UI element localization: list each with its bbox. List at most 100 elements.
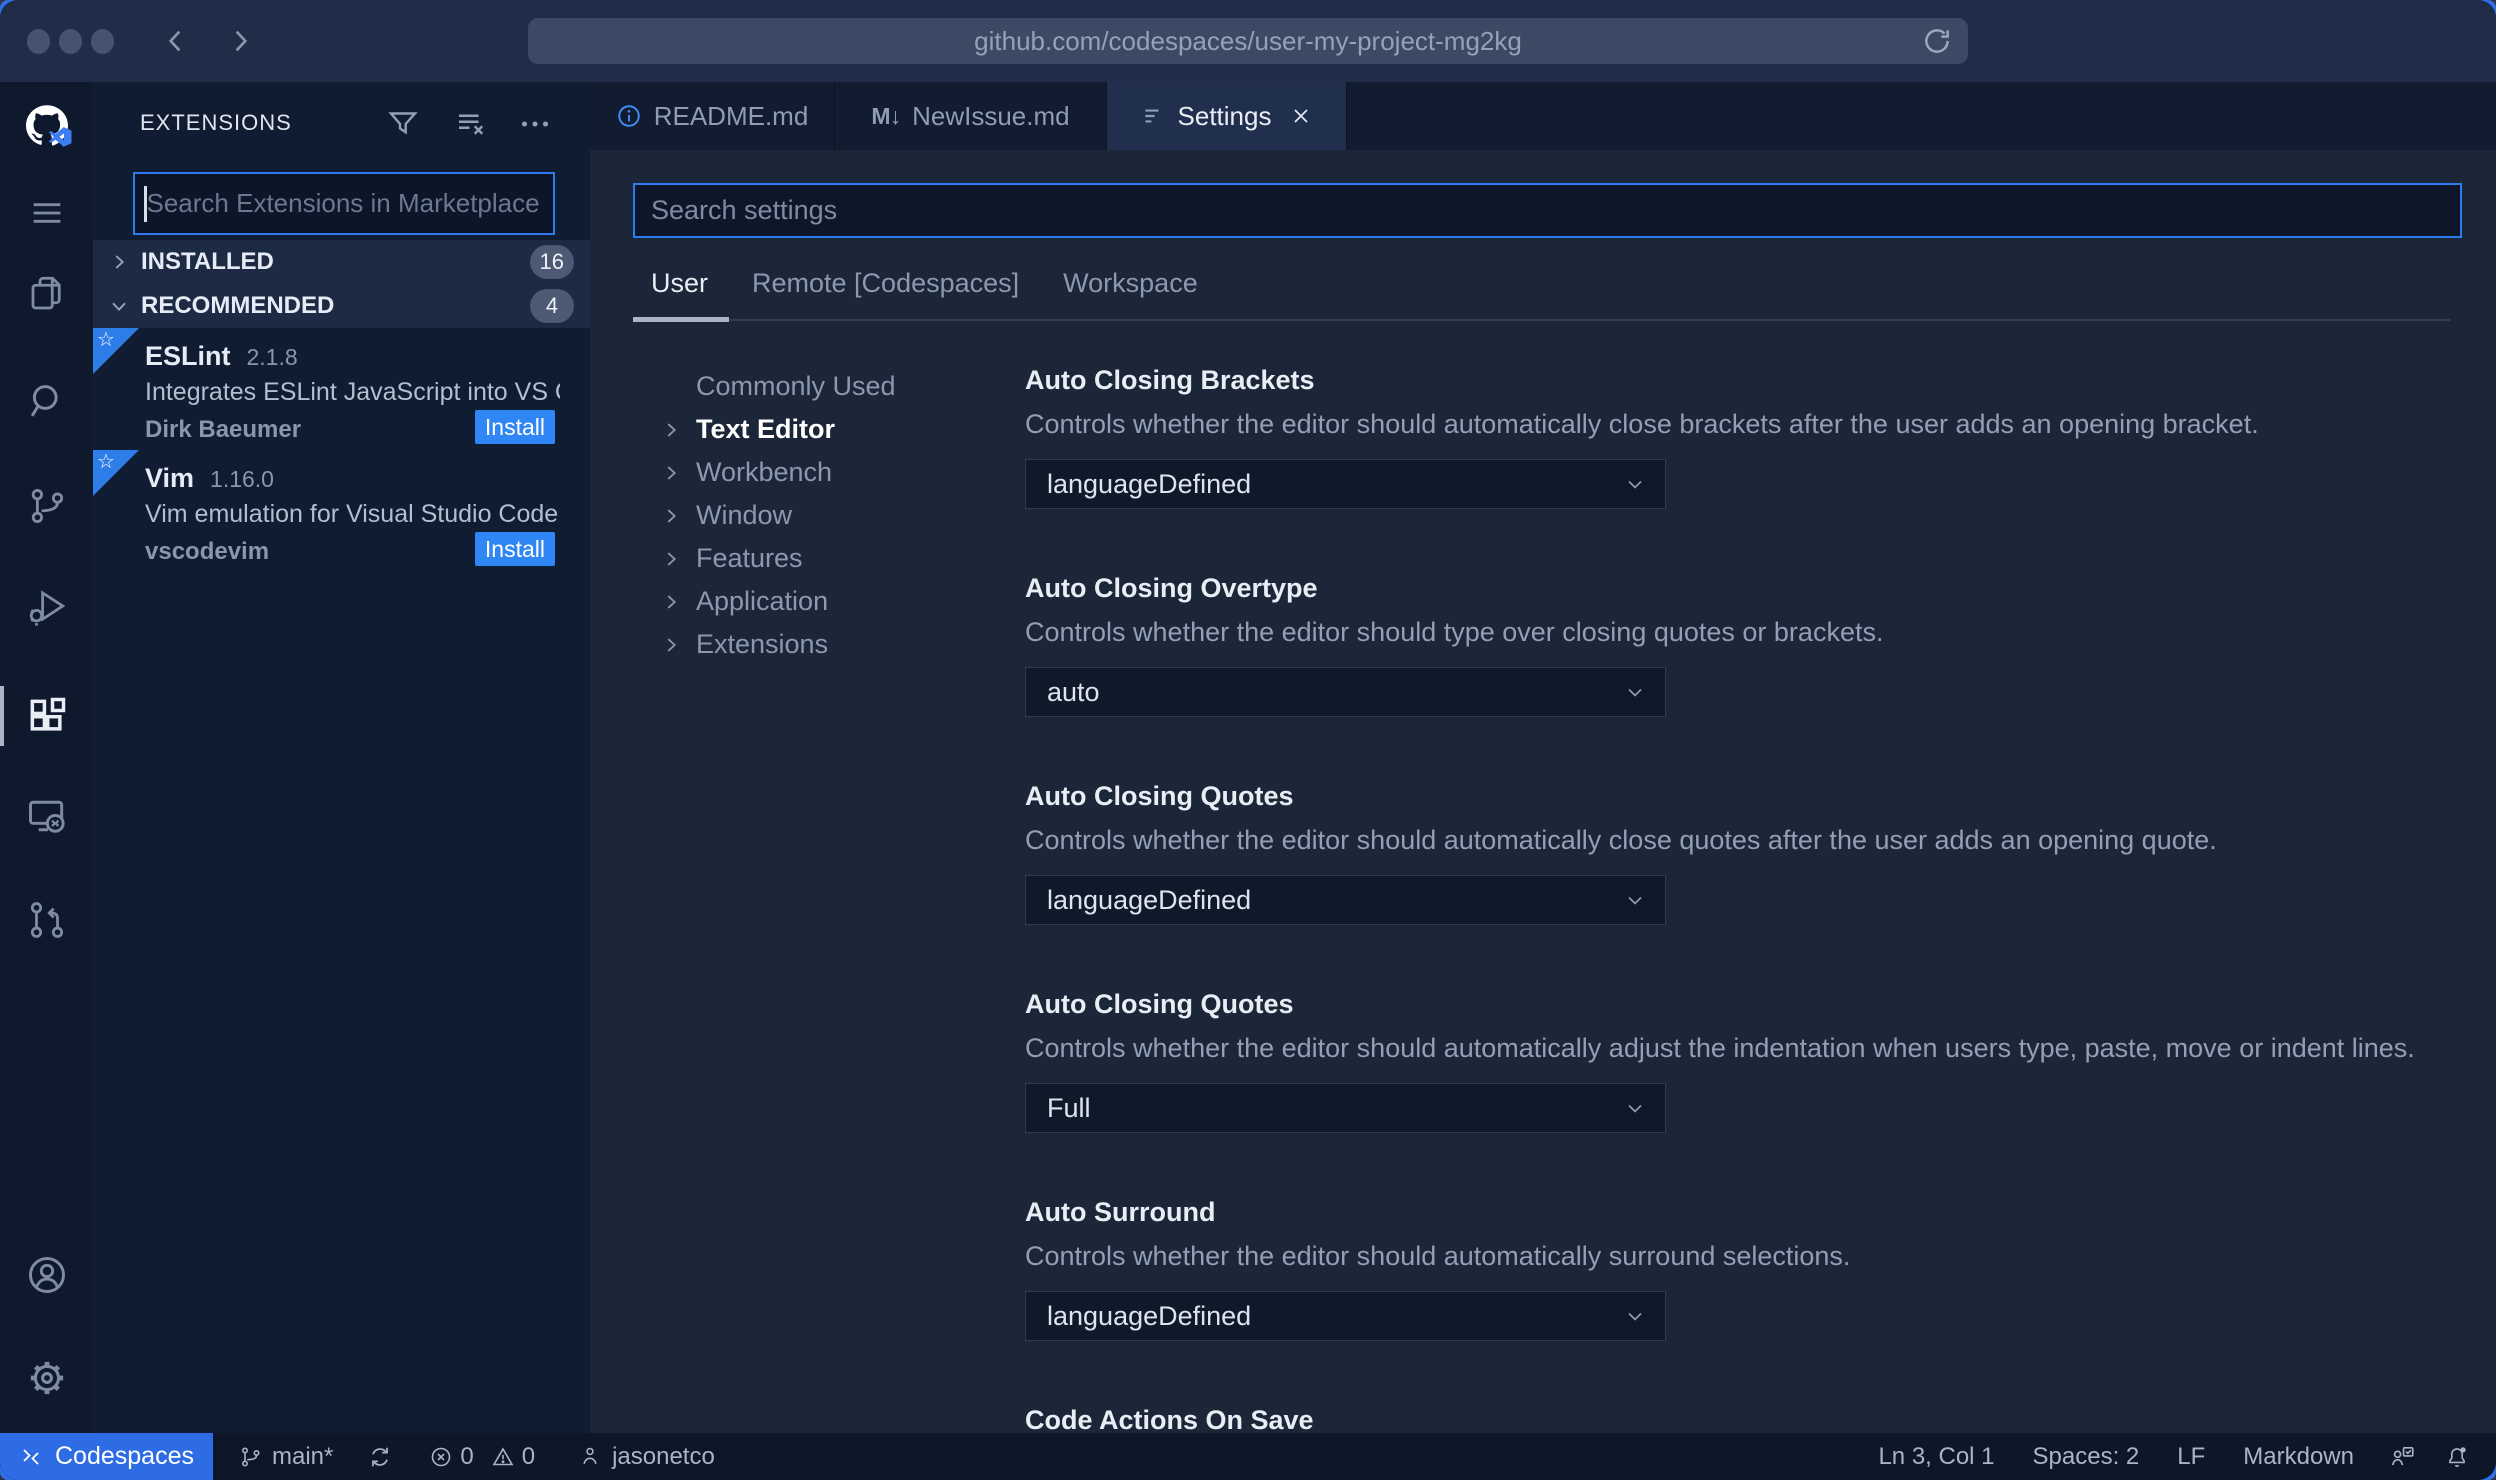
browser-window: github.com/codespaces/user-my-project-mg… — [0, 0, 2496, 1480]
dropdown-value: languageDefined — [1047, 468, 1252, 499]
tab-readme[interactable]: README.md — [590, 82, 835, 150]
feedback-icon[interactable] — [2390, 1444, 2416, 1470]
cursor-position[interactable]: Ln 3, Col 1 — [1878, 1443, 1994, 1471]
install-button[interactable]: Install — [474, 410, 555, 444]
notifications-bell-icon[interactable] — [2444, 1444, 2470, 1470]
setting-dropdown[interactable]: auto — [1025, 667, 1666, 717]
toc-item-text-editor[interactable]: Text Editor — [660, 408, 1000, 451]
section-label: INSTALLED — [141, 248, 274, 275]
toc-item-features[interactable]: Features — [660, 537, 1000, 580]
menu-icon[interactable] — [27, 193, 67, 233]
user-indicator[interactable]: jasonetco — [579, 1443, 715, 1471]
dropdown-value: languageDefined — [1047, 1300, 1252, 1331]
url-text: github.com/codespaces/user-my-project-mg… — [974, 25, 1522, 56]
count-badge: 16 — [529, 245, 574, 279]
language-mode[interactable]: Markdown — [2243, 1443, 2354, 1471]
tab-newissue[interactable]: M↓ NewIssue.md — [835, 82, 1107, 150]
info-icon — [616, 103, 642, 129]
setting-dropdown[interactable]: languageDefined — [1025, 459, 1666, 509]
status-bar: Codespaces main* 0 0 jasonetco Ln 3, Col… — [0, 1433, 2496, 1480]
codespaces-remote-button[interactable]: Codespaces — [0, 1433, 213, 1480]
install-button[interactable]: Install — [474, 532, 555, 566]
sidebar-title: EXTENSIONS — [140, 110, 292, 135]
setting-dropdown[interactable]: Full — [1025, 1083, 1666, 1133]
active-scope-underline — [633, 317, 729, 322]
window-control-dot[interactable] — [27, 29, 50, 54]
problems-indicator[interactable]: 0 0 — [429, 1443, 535, 1471]
setting-entry: Code Actions On Save — [1025, 1402, 2466, 1433]
chevron-right-icon — [660, 548, 682, 570]
toc-label: Text Editor — [696, 414, 836, 444]
setting-dropdown[interactable]: languageDefined — [1025, 1291, 1666, 1341]
chevron-down-icon — [1623, 472, 1647, 496]
editor-tab-bar: README.md M↓ NewIssue.md Settings — [590, 82, 2496, 150]
extensions-search-placeholder: Search Extensions in Marketplace — [146, 188, 540, 218]
chevron-right-icon — [660, 634, 682, 656]
setting-description: Controls whether the editor should autom… — [1025, 409, 2259, 439]
extensions-search-input[interactable]: Search Extensions in Marketplace — [133, 172, 555, 235]
search-icon[interactable] — [26, 380, 68, 422]
extension-name: Vim — [145, 463, 195, 493]
remote-explorer-icon[interactable] — [25, 794, 69, 838]
url-bar[interactable]: github.com/codespaces/user-my-project-mg… — [528, 18, 1968, 64]
settings-page: User Remote [Codespaces] Workspace Commo… — [590, 150, 2496, 1433]
toc-item-extensions[interactable]: Extensions — [660, 623, 1000, 666]
setting-entry: Auto Closing Quotes Controls whether the… — [1025, 778, 2466, 925]
editor-area: README.md M↓ NewIssue.md Settings Search… — [590, 82, 2496, 1433]
run-debug-icon[interactable] — [26, 585, 68, 627]
sync-icon[interactable] — [367, 1444, 393, 1470]
extension-description: Integrates ESLint JavaScript into VS C..… — [145, 378, 560, 406]
setting-description: Controls whether the editor should autom… — [1025, 825, 2217, 855]
eol-indicator[interactable]: LF — [2177, 1443, 2205, 1471]
branch-indicator[interactable]: main* — [239, 1443, 333, 1471]
source-control-icon[interactable] — [26, 485, 68, 527]
window-control-dot[interactable] — [59, 29, 82, 54]
dropdown-value: Full — [1047, 1092, 1091, 1123]
settings-search-input[interactable] — [633, 183, 2462, 238]
more-actions-icon[interactable] — [517, 106, 553, 142]
account-icon[interactable] — [25, 1253, 69, 1297]
setting-entry: Auto Surround Controls whether the edito… — [1025, 1194, 2466, 1341]
scope-tab-workspace[interactable]: Workspace — [1063, 268, 1198, 299]
toc-item-window[interactable]: Window — [660, 494, 1000, 537]
back-icon[interactable] — [160, 25, 192, 57]
explorer-icon[interactable] — [26, 273, 68, 315]
branch-name: main* — [272, 1442, 334, 1470]
toc-item-commonly-used[interactable]: Commonly Used — [660, 365, 1000, 408]
extension-name: ESLint — [145, 341, 231, 371]
extension-card-eslint[interactable]: ☆ ESLint 2.1.8 Integrates ESLint JavaScr… — [93, 328, 590, 450]
extension-card-vim[interactable]: ☆ Vim 1.16.0 Vim emulation for Visual St… — [93, 450, 590, 572]
forward-icon[interactable] — [224, 25, 256, 57]
toc-label: Application — [696, 586, 829, 616]
dropdown-value: languageDefined — [1047, 884, 1252, 915]
chevron-right-icon — [660, 462, 682, 484]
window-control-dot[interactable] — [91, 29, 114, 54]
indentation-indicator[interactable]: Spaces: 2 — [2033, 1443, 2140, 1471]
extension-title-row: Vim 1.16.0 — [145, 463, 274, 494]
chevron-down-icon — [108, 295, 130, 317]
extensions-icon[interactable] — [25, 694, 69, 738]
settings-gear-icon[interactable] — [25, 1356, 69, 1400]
github-codespaces-logo-icon — [19, 100, 75, 156]
active-view-indicator — [0, 686, 4, 746]
setting-entry: Auto Closing Overtype Controls whether t… — [1025, 570, 2466, 717]
setting-dropdown[interactable]: languageDefined — [1025, 875, 1666, 925]
scope-tab-remote[interactable]: Remote [Codespaces] — [752, 268, 1019, 299]
scope-tab-user[interactable]: User — [651, 268, 708, 299]
pull-request-icon[interactable] — [26, 899, 68, 941]
extension-version: 2.1.8 — [246, 344, 298, 370]
extension-author: vscodevim — [145, 538, 270, 565]
chevron-down-icon — [1623, 1096, 1647, 1120]
user-name: jasonetco — [612, 1442, 715, 1470]
clear-extensions-icon[interactable] — [453, 106, 489, 142]
toc-item-application[interactable]: Application — [660, 580, 1000, 623]
toc-item-workbench[interactable]: Workbench — [660, 451, 1000, 494]
toc-label: Features — [696, 543, 803, 573]
setting-title: Auto Surround — [1025, 1197, 1216, 1227]
section-installed[interactable]: INSTALLED 16 — [93, 240, 590, 284]
section-recommended[interactable]: RECOMMENDED 4 — [93, 284, 590, 328]
refresh-icon[interactable] — [1922, 26, 1952, 56]
close-icon[interactable] — [1289, 104, 1313, 128]
tab-settings[interactable]: Settings — [1107, 82, 1347, 150]
filter-icon[interactable] — [385, 106, 421, 142]
